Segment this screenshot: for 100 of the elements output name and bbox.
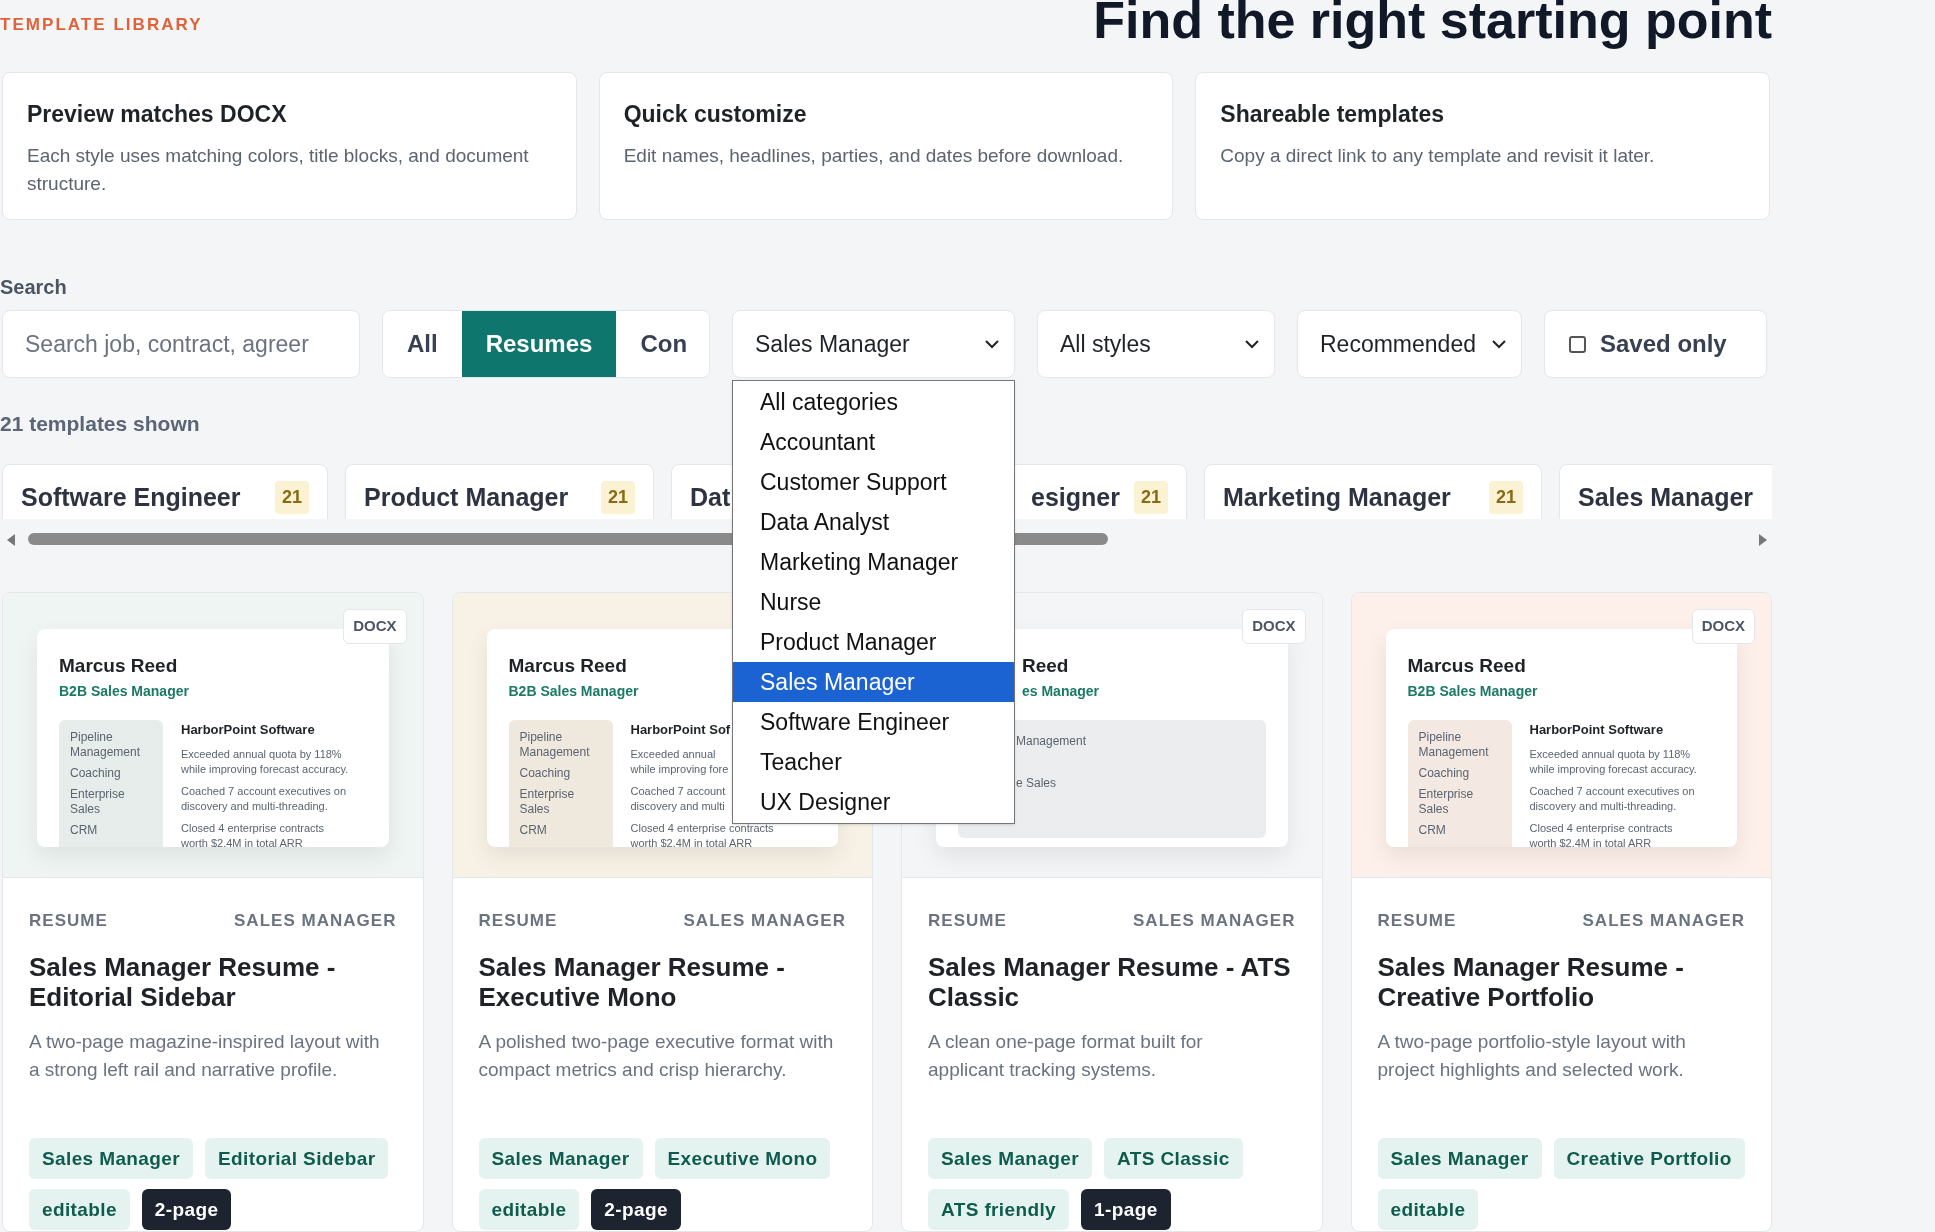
feature-title: Preview matches DOCX [27, 100, 288, 130]
template-card[interactable] [1350, 592, 1772, 1232]
dropdown-option[interactable]: Product Manager [733, 622, 1014, 663]
tag: Sales Manager [928, 1137, 1092, 1179]
skill-item: Enterprise Sales [70, 787, 126, 817]
checkbox[interactable] [1569, 335, 1586, 353]
experience-bullet: Coached 7 account executives on discovery and multi-threading. [1529, 783, 1695, 814]
format-badge: DOCX [343, 609, 407, 644]
template-description: A polished two-page executive format with compact metrics and crisp hierarchy. [478, 1029, 835, 1082]
tag: editable [478, 1188, 580, 1230]
template-type: RESUME [29, 910, 108, 932]
experience-bullet: Coached 7 account discovery and multi [630, 783, 726, 814]
experience-bullet: Closed 4 enterprise contracts worth $2.4M in total ARR [181, 820, 325, 847]
resume-name: Marcus Reed [1407, 655, 1527, 677]
count-badge: 21 [1133, 480, 1168, 514]
skill-item: Enterprise Sales [519, 787, 576, 817]
resume-name: Marcus Reed [508, 655, 628, 677]
template-description: A clean one-page format built for applicant tracking systems. [928, 1029, 1204, 1082]
experience-bullet: Closed 4 enterprise contracts worth $2.4M in total ARR [630, 820, 774, 847]
filter-select[interactable]: Recommended [1297, 310, 1522, 379]
arrow-right-icon[interactable] [1758, 533, 1768, 546]
dropdown-option[interactable]: Data Analyst [733, 502, 1014, 543]
tag: ATS Classic [1104, 1137, 1243, 1179]
resume-name: Marcus Reed [59, 655, 179, 677]
search-label: Search [0, 275, 68, 297]
company-name: HarborPoint Sof [630, 721, 731, 739]
tag: 1-page [1081, 1188, 1171, 1230]
template-title: Sales Manager Resume - ATS Classic [928, 951, 1292, 1012]
dropdown-option[interactable]: Customer Support [733, 462, 1014, 503]
experience-bullet: Closed 4 enterprise contracts worth $2.4M in total ARR [1529, 820, 1673, 847]
template-card[interactable] [2, 592, 424, 1232]
format-badge: DOCX [1691, 609, 1755, 644]
resume-role: B2B Sales Manager [1407, 682, 1538, 701]
company-name: HarborPoint Software [1529, 721, 1664, 739]
template-category: SALES MANAGER [234, 910, 397, 932]
skill-item: Management [1016, 733, 1087, 750]
tag: Editorial Sidebar [205, 1137, 389, 1179]
tag: editable [29, 1188, 130, 1230]
template-title: Sales Manager Resume - Executive Mono [478, 951, 786, 1012]
experience-bullet: Exceeded annual quota by 118% while improving forecast accuracy. [1529, 746, 1697, 777]
tag: Sales Manager [478, 1137, 643, 1179]
skill-item: CRM [70, 823, 99, 838]
skill-item: Pipeline Management [1418, 730, 1490, 760]
skill-item: Enterprise Sales [1418, 787, 1475, 817]
category-chip[interactable]: Sales Manager [1559, 464, 1772, 519]
dropdown-option[interactable]: Nurse [733, 582, 1014, 623]
filter-select[interactable]: Sales Manager [732, 310, 1015, 379]
chevron-icon [1491, 339, 1507, 350]
experience-bullet: Coached 7 account executives on discovery and multi-threading. [181, 783, 347, 814]
template-description: A two-page portfolio-style layout with project highlights and selected work. [1377, 1029, 1687, 1082]
dropdown-option[interactable]: All categories [733, 382, 1014, 423]
template-description: A two-page magazine-inspired layout with a strong left rail and narrative profile. [29, 1029, 381, 1082]
tag: Sales Manager [29, 1137, 193, 1179]
resume-role: B2B Sales Manager [508, 682, 639, 701]
feature-description: Edit names, headlines, parties, and dates before download. [623, 143, 1125, 168]
tag: editable [1377, 1188, 1479, 1230]
category-chip[interactable]: Product Manager 21 [345, 464, 654, 519]
template-category: SALES MANAGER [683, 910, 846, 932]
template-type: RESUME [478, 910, 558, 932]
eyebrow-label: TEMPLATE LIBRARY [0, 14, 203, 36]
skill-item: Coaching [1418, 766, 1471, 781]
dropdown-option[interactable]: Software Engineer [733, 702, 1014, 743]
skill-item: Coaching [519, 766, 572, 781]
saved-only-checkbox[interactable]: Saved only [1544, 310, 1767, 379]
experience-bullet: Exceeded annual while improving fore [630, 746, 729, 777]
experience-bullet: Exceeded annual quota by 118% while improving forecast accuracy. [181, 746, 349, 777]
dropdown-option[interactable]: Marketing Manager [733, 542, 1014, 583]
type-tab[interactable]: Resumes [461, 311, 617, 378]
filter-select[interactable]: All styles [1037, 310, 1275, 379]
chevron-icon [984, 339, 1000, 350]
tag: Executive Mono [654, 1137, 831, 1179]
tag: 2-page [141, 1188, 232, 1230]
resume-role: B2B Sales Manager [59, 682, 189, 701]
feature-description: Each style uses matching colors, title blocks, and document structure. [27, 143, 530, 196]
category-chip[interactable]: Marketing Manager 21 [1204, 464, 1542, 519]
category-chip[interactable]: Software Engineer 21 [2, 464, 328, 519]
page-title: Find the right starting point [1093, 0, 1772, 50]
dropdown-option[interactable]: Sales Manager [733, 662, 1014, 703]
dropdown-option[interactable]: UX Designer [733, 782, 1014, 823]
count-badge: 21 [1488, 480, 1523, 514]
skill-item: Pipeline Management [519, 730, 591, 760]
arrow-left-icon[interactable] [6, 533, 16, 546]
tag: Creative Portfolio [1553, 1137, 1745, 1179]
template-category: SALES MANAGER [1133, 910, 1296, 932]
dropdown-option[interactable]: Teacher [733, 742, 1014, 783]
tag: ATS friendly [928, 1188, 1070, 1230]
result-count: 21 templates shown [0, 411, 201, 435]
template-title: Sales Manager Resume - Editorial Sidebar [29, 951, 337, 1012]
feature-description: Copy a direct link to any template and revisit it later. [1220, 143, 1656, 168]
chevron-icon [1244, 339, 1260, 350]
dropdown-option[interactable]: Accountant [733, 422, 1014, 463]
resume-role: es Manager [1022, 682, 1100, 701]
search-field[interactable]: Search job, contract, agreer [2, 310, 360, 379]
resume-name: Reed [1022, 655, 1069, 677]
skill-item: CRM [519, 823, 548, 838]
count-badge: 21 [274, 480, 309, 514]
tag: 2-page [591, 1188, 681, 1230]
skill-item: e Sales [1016, 775, 1057, 792]
template-title: Sales Manager Resume - Creative Portfolio [1377, 951, 1685, 1012]
template-type: RESUME [1377, 910, 1457, 932]
